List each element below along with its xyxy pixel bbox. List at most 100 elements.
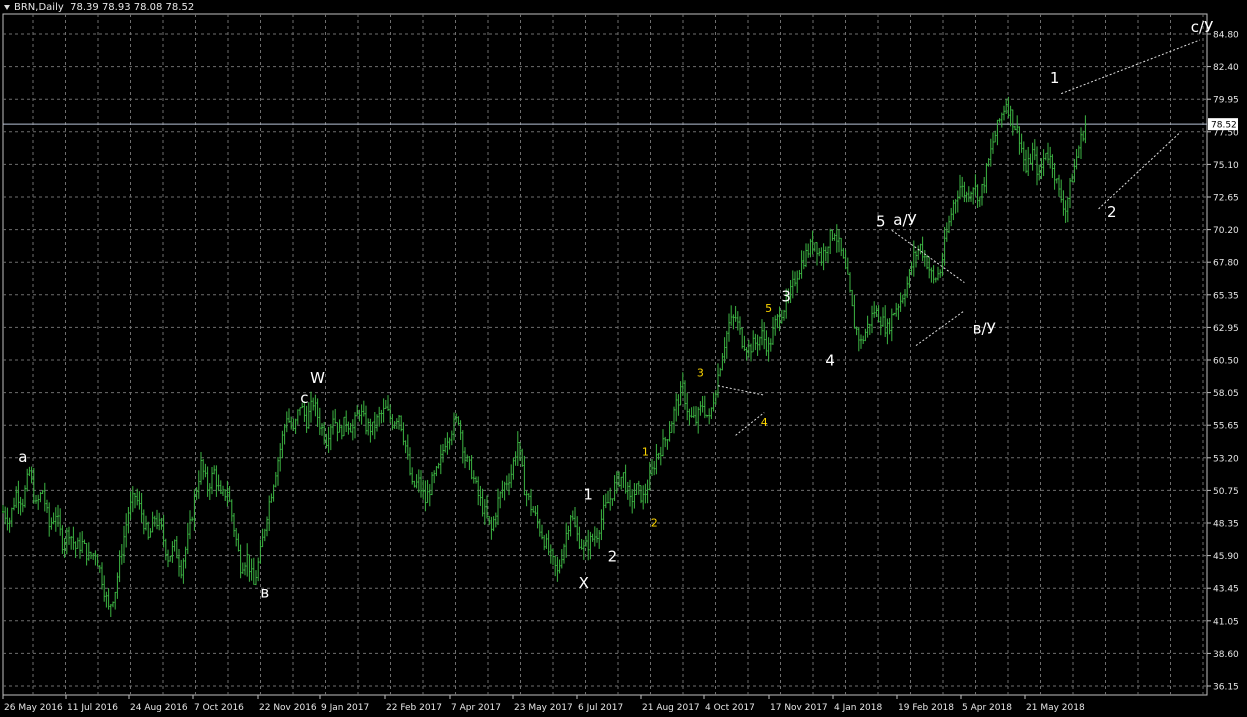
ohlc-bar <box>901 294 904 304</box>
ohlc-bar <box>178 549 180 577</box>
ohlc-bar <box>545 533 548 550</box>
ohlc-bar <box>697 406 700 434</box>
ohlc-bar <box>413 480 416 488</box>
ohlc-bar <box>277 456 279 486</box>
ohlc-bar <box>596 527 598 543</box>
ohlc-bar <box>758 336 761 351</box>
ohlc-bar <box>98 565 101 573</box>
ohlc-bar <box>1053 162 1056 190</box>
ohlc-bar <box>662 429 664 457</box>
wave-label: a <box>18 448 27 466</box>
ohlc-bar <box>439 444 442 475</box>
ohlc-bar <box>114 591 117 610</box>
ohlc-bar <box>1018 126 1021 155</box>
y-tick-label: 41.05 <box>1213 617 1239 627</box>
ohlc-bar <box>479 485 482 506</box>
wave-label: 3 <box>697 366 704 379</box>
ohlc-bar <box>807 243 810 258</box>
ohlc-bar <box>752 330 755 353</box>
ohlc-bar <box>420 470 422 498</box>
ohlc-bar <box>351 419 354 441</box>
x-tick-label: 9 Jan 2017 <box>321 703 369 713</box>
ohlc-bar <box>747 339 750 358</box>
ohlc-bar <box>431 471 433 496</box>
ohlc-bar <box>24 485 26 508</box>
ohlc-bar <box>35 495 37 504</box>
ohlc-bar <box>151 511 154 533</box>
ohlc-bar <box>774 315 777 336</box>
ohlc-bar <box>624 464 627 494</box>
ohlc-bar <box>263 528 266 542</box>
ohlc-bar <box>123 525 125 564</box>
ohlc-bar <box>981 183 983 206</box>
ohlc-bar <box>569 514 572 537</box>
ohlc-bar <box>862 335 865 344</box>
plot-frame <box>2 13 1208 696</box>
ohlc-bar <box>290 416 293 430</box>
ohlc-bar <box>514 451 517 466</box>
ohlc-bar <box>186 522 189 554</box>
wave-label: 5 <box>765 302 772 315</box>
ohlc-bar <box>409 447 411 476</box>
ohlc-bar <box>723 337 726 364</box>
wave-label: а/У <box>893 211 916 229</box>
ohlc-bar <box>710 407 713 420</box>
ohlc-bar <box>1040 158 1043 180</box>
ohlc-bar <box>798 269 801 280</box>
ohlc-bar <box>1082 130 1085 142</box>
ohlc-bar <box>338 419 341 433</box>
ohlc-bar <box>160 517 163 530</box>
ohlc-bar <box>426 479 429 504</box>
ohlc-bar <box>305 405 308 433</box>
ohlc-bar <box>281 430 284 459</box>
ohlc-bar <box>72 526 75 550</box>
ohlc-bar <box>701 395 704 413</box>
ohlc-bar <box>167 549 169 568</box>
y-tick-label: 55.65 <box>1213 422 1239 432</box>
ohlc-bar <box>741 327 744 349</box>
ohlc-bar <box>620 476 623 490</box>
ohlc-bar <box>767 337 770 362</box>
y-tick-label: 48.35 <box>1213 520 1239 530</box>
ohlc-bar <box>906 276 909 298</box>
ohlc-bar <box>510 464 513 488</box>
ohlc-bar <box>530 488 532 517</box>
ohlc-bar <box>17 480 20 514</box>
price-chart[interactable]: 84.8082.4079.9577.5075.1072.6570.2067.80… <box>0 0 1247 717</box>
trendline <box>915 310 965 346</box>
ohlc-bar <box>939 269 942 278</box>
ohlc-bar <box>866 315 869 338</box>
ohlc-bar <box>107 588 110 610</box>
ohlc-bar <box>347 421 350 435</box>
ohlc-bar <box>959 174 961 200</box>
wave-label: 2 <box>608 547 618 565</box>
ohlc-bar <box>15 486 18 508</box>
ohlc-bar <box>961 176 964 198</box>
ohlc-bar <box>655 444 658 475</box>
ohlc-bar <box>1060 179 1063 203</box>
ohlc-bar <box>613 475 616 502</box>
ohlc-bar <box>631 489 634 514</box>
ohlc-bar <box>118 550 121 583</box>
wave-label: 1 <box>642 445 649 458</box>
ohlc-bar <box>1029 153 1032 165</box>
ohlc-bar <box>783 309 785 321</box>
chart-root[interactable]: BRN,Daily 78.39 78.93 78.08 78.52 84.80 8… <box>0 0 1247 717</box>
ohlc-bar <box>1066 197 1069 223</box>
ohlc-bar <box>415 474 418 489</box>
ohlc-bar <box>244 562 246 576</box>
ohlc-bar <box>750 343 752 362</box>
ohlc-bar <box>182 558 185 584</box>
ohlc-bar <box>299 407 301 416</box>
ohlc-bar <box>444 437 447 453</box>
ohlc-bar <box>503 481 506 501</box>
ohlc-bar <box>120 544 123 565</box>
x-tick-label: 4 Oct 2017 <box>705 703 755 713</box>
ohlc-bar <box>1042 149 1045 177</box>
wave-label: X <box>579 574 589 592</box>
ohlc-bar <box>343 416 345 437</box>
ohlc-bar <box>87 542 90 561</box>
ohlc-bar <box>147 521 150 540</box>
ohlc-bar <box>255 570 257 586</box>
ohlc-bar <box>1020 133 1023 153</box>
